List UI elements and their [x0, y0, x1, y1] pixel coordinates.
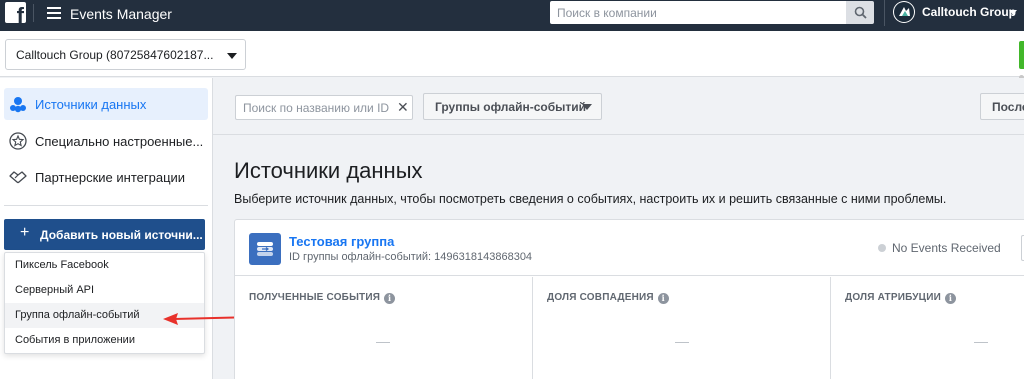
search-icon — [854, 6, 867, 19]
filter-bar: Поиск по названию или ID ✕ Группы офлайн… — [213, 78, 1024, 135]
metric-value-empty — [675, 342, 689, 343]
clear-icon[interactable]: ✕ — [397, 100, 409, 114]
facebook-logo-icon[interactable]: f — [5, 2, 26, 23]
company-select[interactable]: Calltouch Group (80725847602187... — [5, 39, 246, 70]
people-icon — [10, 97, 26, 113]
data-source-card[interactable]: Тестовая группа ID группы офлайн-событий… — [234, 219, 1024, 379]
sidebar-item-label: Специально настроенные... — [35, 134, 204, 149]
chevron-down-icon — [227, 53, 237, 59]
sidebar: Источники данных Специально настроенные.… — [0, 78, 213, 379]
dropdown-item-facebook-pixel[interactable]: Пиксель Facebook — [5, 253, 204, 278]
hamburger-menu-icon[interactable] — [47, 7, 61, 19]
status-badge: No Events Received — [892, 241, 1001, 255]
sort-button[interactable]: Последние — [980, 93, 1024, 120]
divider — [33, 4, 34, 22]
dropdown-item-app-events[interactable]: События в приложении — [5, 328, 204, 353]
sidebar-item-custom-conversions[interactable]: Специально настроенные... — [4, 125, 208, 157]
top-bar: f Events Manager Поиск в компании Callto… — [0, 0, 1024, 31]
company-search-input[interactable]: Поиск в компании — [550, 1, 846, 24]
divider — [4, 205, 208, 206]
add-source-dropdown: Пиксель Facebook Серверный API Группа оф… — [4, 252, 205, 354]
page-subtitle: Выберите источник данных, чтобы посмотре… — [234, 192, 947, 206]
metric-value-empty — [974, 342, 988, 343]
sidebar-item-partner-integrations[interactable]: Партнерские интеграции — [4, 161, 208, 193]
offline-event-groups-filter[interactable]: Группы офлайн-событий — [423, 93, 602, 120]
search-button[interactable] — [846, 1, 874, 24]
offline-event-group-icon — [249, 233, 281, 265]
sidebar-item-data-sources[interactable]: Источники данных — [4, 88, 208, 120]
status-dot-icon — [878, 244, 886, 252]
page-title: Источники данных — [234, 158, 423, 183]
card-header: Тестовая группа ID группы офлайн-событий… — [235, 220, 1024, 276]
green-action-button[interactable] — [1019, 41, 1024, 69]
data-source-id: ID группы офлайн-событий: 14963181438683… — [289, 251, 533, 263]
filter-label: Группы офлайн-событий — [435, 100, 587, 114]
dropdown-item-server-api[interactable]: Серверный API — [5, 278, 204, 303]
add-button-label: Добавить новый источни... — [40, 228, 203, 242]
metric-label: ДОЛЯ АТРИБУЦИИ — [845, 292, 941, 303]
sidebar-item-label: Источники данных — [35, 97, 147, 112]
metric-label: ПОЛУЧЕННЫЕ СОБЫТИЯ — [249, 292, 381, 303]
chevron-down-icon — [582, 104, 592, 110]
metric-match-rate: ДОЛЯ СОВПАДЕНИЯ i — [533, 277, 831, 379]
info-icon[interactable]: i — [657, 293, 669, 304]
chevron-down-icon[interactable] — [1009, 10, 1017, 15]
search-placeholder: Поиск по названию или ID — [243, 101, 390, 115]
data-source-name-link[interactable]: Тестовая группа — [289, 234, 394, 249]
sort-button-label: Последние — [992, 100, 1024, 114]
metric-value-empty — [376, 342, 390, 343]
metric-label: ДОЛЯ СОВПАДЕНИЯ — [547, 292, 654, 303]
company-select-value: Calltouch Group (80725847602187... — [16, 48, 214, 62]
handshake-icon — [9, 171, 27, 184]
account-name[interactable]: Calltouch Group — [922, 5, 1016, 19]
info-icon[interactable]: i — [944, 293, 956, 304]
sub-header: Calltouch Group (80725847602187... — [0, 31, 1024, 101]
add-data-source-button[interactable]: + Добавить новый источни... — [4, 219, 205, 250]
info-icon[interactable]: i — [384, 293, 396, 304]
account-avatar[interactable] — [893, 1, 915, 23]
sidebar-item-label: Партнерские интеграции — [35, 170, 186, 185]
divider — [884, 0, 885, 26]
metric-received-events: ПОЛУЧЕННЫЕ СОБЫТИЯ i — [235, 277, 533, 379]
metric-attribution-rate: ДОЛЯ АТРИБУЦИИ i — [831, 277, 1024, 379]
plus-icon: + — [20, 224, 30, 241]
app-title: Events Manager — [70, 6, 172, 22]
data-source-search-input[interactable]: Поиск по названию или ID ✕ — [235, 95, 413, 120]
star-icon — [9, 132, 27, 150]
